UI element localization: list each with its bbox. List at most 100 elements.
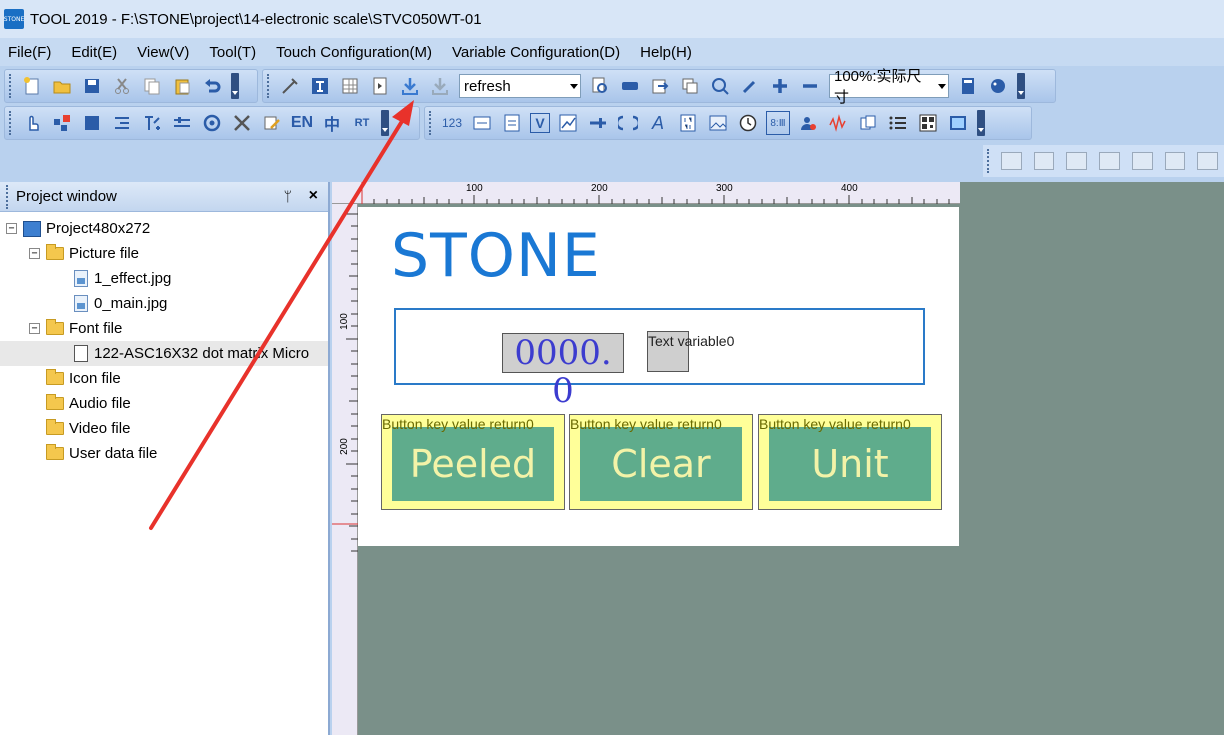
- clear-button[interactable]: Clear Button key value return0: [569, 414, 753, 510]
- list-indent-icon[interactable]: [110, 111, 134, 135]
- menu-touch-configuration[interactable]: Touch Configuration(M): [276, 44, 432, 61]
- user-settings-icon[interactable]: [796, 111, 820, 135]
- refresh-combo[interactable]: refresh: [459, 74, 581, 98]
- close-icon[interactable]: ×: [309, 187, 318, 205]
- undo-icon[interactable]: [200, 74, 224, 98]
- stone-logo: STONE: [391, 221, 601, 291]
- pin-icon[interactable]: ᛘ: [284, 188, 292, 204]
- page-icon[interactable]: [368, 74, 392, 98]
- tree-item-font-file[interactable]: 122-ASC16X32 dot matrix Micro: [0, 341, 328, 366]
- tools-icon[interactable]: [230, 111, 254, 135]
- design-screen[interactable]: STONE 0000. 0 Text variable0 Peeled Butt…: [358, 207, 959, 546]
- text-variable-icon[interactable]: [470, 111, 494, 135]
- toolbar-overflow-button[interactable]: [1017, 73, 1025, 99]
- qr-code-icon[interactable]: [916, 111, 940, 135]
- weight-value-variable[interactable]: 0000. 0: [502, 333, 624, 410]
- numeric-variable-button[interactable]: 123: [440, 111, 464, 135]
- text-field-icon[interactable]: [500, 111, 524, 135]
- waveform-icon[interactable]: [826, 111, 850, 135]
- windows-icon[interactable]: [678, 74, 702, 98]
- increment-icon[interactable]: [140, 111, 164, 135]
- tree-item-user-data-folder[interactable]: User data file: [0, 441, 328, 466]
- tree-item-audio-folder[interactable]: Audio file: [0, 391, 328, 416]
- menu-edit[interactable]: Edit(E): [71, 44, 117, 61]
- preview-search-icon[interactable]: [588, 74, 612, 98]
- panel-grip[interactable]: [6, 184, 10, 209]
- align-center-vertical-icon[interactable]: [1164, 152, 1186, 170]
- menu-tool[interactable]: Tool(T): [209, 44, 256, 61]
- language-en-button[interactable]: EN: [290, 111, 314, 135]
- cut-icon[interactable]: [110, 74, 134, 98]
- tree-item-video-folder[interactable]: Video file: [0, 416, 328, 441]
- open-folder-icon[interactable]: [50, 74, 74, 98]
- language-zh-button[interactable]: 中: [320, 111, 344, 135]
- menu-view[interactable]: View(V): [137, 44, 189, 61]
- zoom-combo[interactable]: 100%:实际尺寸: [829, 68, 949, 106]
- toolbar-grip[interactable]: [267, 74, 271, 98]
- collapse-icon[interactable]: −: [29, 248, 40, 259]
- variable-v-button[interactable]: V: [530, 113, 550, 133]
- align-right-icon[interactable]: [1033, 152, 1055, 170]
- export-icon[interactable]: [648, 74, 672, 98]
- toolbar-grip[interactable]: [987, 149, 991, 173]
- paste-icon[interactable]: [170, 74, 194, 98]
- toolbar-overflow-button[interactable]: [977, 110, 985, 136]
- ruler-tick-label: 300: [716, 183, 733, 194]
- curve-icon[interactable]: [556, 111, 580, 135]
- toolbar-overflow-button[interactable]: [231, 73, 239, 99]
- copy-icon[interactable]: [140, 74, 164, 98]
- rotary-icon[interactable]: [200, 111, 224, 135]
- download-icon[interactable]: [398, 74, 422, 98]
- grid-badge-icon[interactable]: [50, 111, 74, 135]
- align-bottom-icon[interactable]: [1099, 152, 1120, 170]
- eyedropper-icon[interactable]: [738, 74, 762, 98]
- tree-item-picture-file[interactable]: 0_main.jpg: [0, 291, 328, 316]
- tree-item-picture-folder[interactable]: − Picture file: [0, 241, 328, 266]
- toolbar-grip[interactable]: [9, 111, 13, 135]
- tree-item-font-folder[interactable]: − Font file: [0, 316, 328, 341]
- menu-help[interactable]: Help(H): [640, 44, 692, 61]
- slider-icon[interactable]: [170, 111, 194, 135]
- video-player-icon[interactable]: [946, 111, 970, 135]
- list-icon[interactable]: [886, 111, 910, 135]
- align-center-horizontal-icon[interactable]: [1131, 152, 1153, 170]
- calculator-grid-icon[interactable]: [338, 74, 362, 98]
- collapse-icon[interactable]: −: [6, 223, 17, 234]
- art-font-button[interactable]: A: [646, 111, 670, 135]
- hand-pointer-icon[interactable]: [20, 111, 44, 135]
- progress-bar-icon[interactable]: [586, 111, 610, 135]
- rtc-display-button[interactable]: 8:Ⅲ: [766, 111, 790, 135]
- menu-file[interactable]: File(F): [8, 44, 51, 61]
- palette-icon[interactable]: [986, 74, 1010, 98]
- menu-variable-configuration[interactable]: Variable Configuration(D): [452, 44, 620, 61]
- image-icon[interactable]: [706, 111, 730, 135]
- calculator-icon[interactable]: [956, 74, 980, 98]
- new-project-icon[interactable]: [20, 74, 44, 98]
- align-left-icon[interactable]: [1000, 152, 1022, 170]
- edit-text-icon[interactable]: [260, 111, 284, 135]
- unit-button[interactable]: Unit Button key value return0: [758, 414, 942, 510]
- toolbar-grip[interactable]: [9, 74, 13, 98]
- zoom-out-icon[interactable]: [798, 74, 822, 98]
- rtc-button[interactable]: RT: [350, 111, 374, 135]
- peeled-button[interactable]: Peeled Button key value return0: [381, 414, 565, 510]
- square-icon[interactable]: [80, 111, 104, 135]
- toolbar-grip[interactable]: [429, 111, 433, 135]
- zoom-in-icon[interactable]: [768, 74, 792, 98]
- toolbar-overflow-button[interactable]: [381, 110, 389, 136]
- align-top-icon[interactable]: [1066, 152, 1088, 170]
- text-tool-icon[interactable]: [308, 74, 332, 98]
- tree-item-icon-folder[interactable]: Icon file: [0, 366, 328, 391]
- binary-icon[interactable]: [676, 111, 700, 135]
- distribute-icon[interactable]: [1197, 152, 1219, 170]
- swap-icon[interactable]: [616, 111, 640, 135]
- wand-tools-icon[interactable]: [278, 74, 302, 98]
- tree-item-project-root[interactable]: − Project480x272: [0, 216, 328, 241]
- serial-port-icon[interactable]: [618, 74, 642, 98]
- layers-icon[interactable]: [856, 111, 880, 135]
- collapse-icon[interactable]: −: [29, 323, 40, 334]
- tree-item-picture-file[interactable]: 1_effect.jpg: [0, 266, 328, 291]
- save-icon[interactable]: [80, 74, 104, 98]
- zoom-icon[interactable]: [708, 74, 732, 98]
- clock-icon[interactable]: [736, 111, 760, 135]
